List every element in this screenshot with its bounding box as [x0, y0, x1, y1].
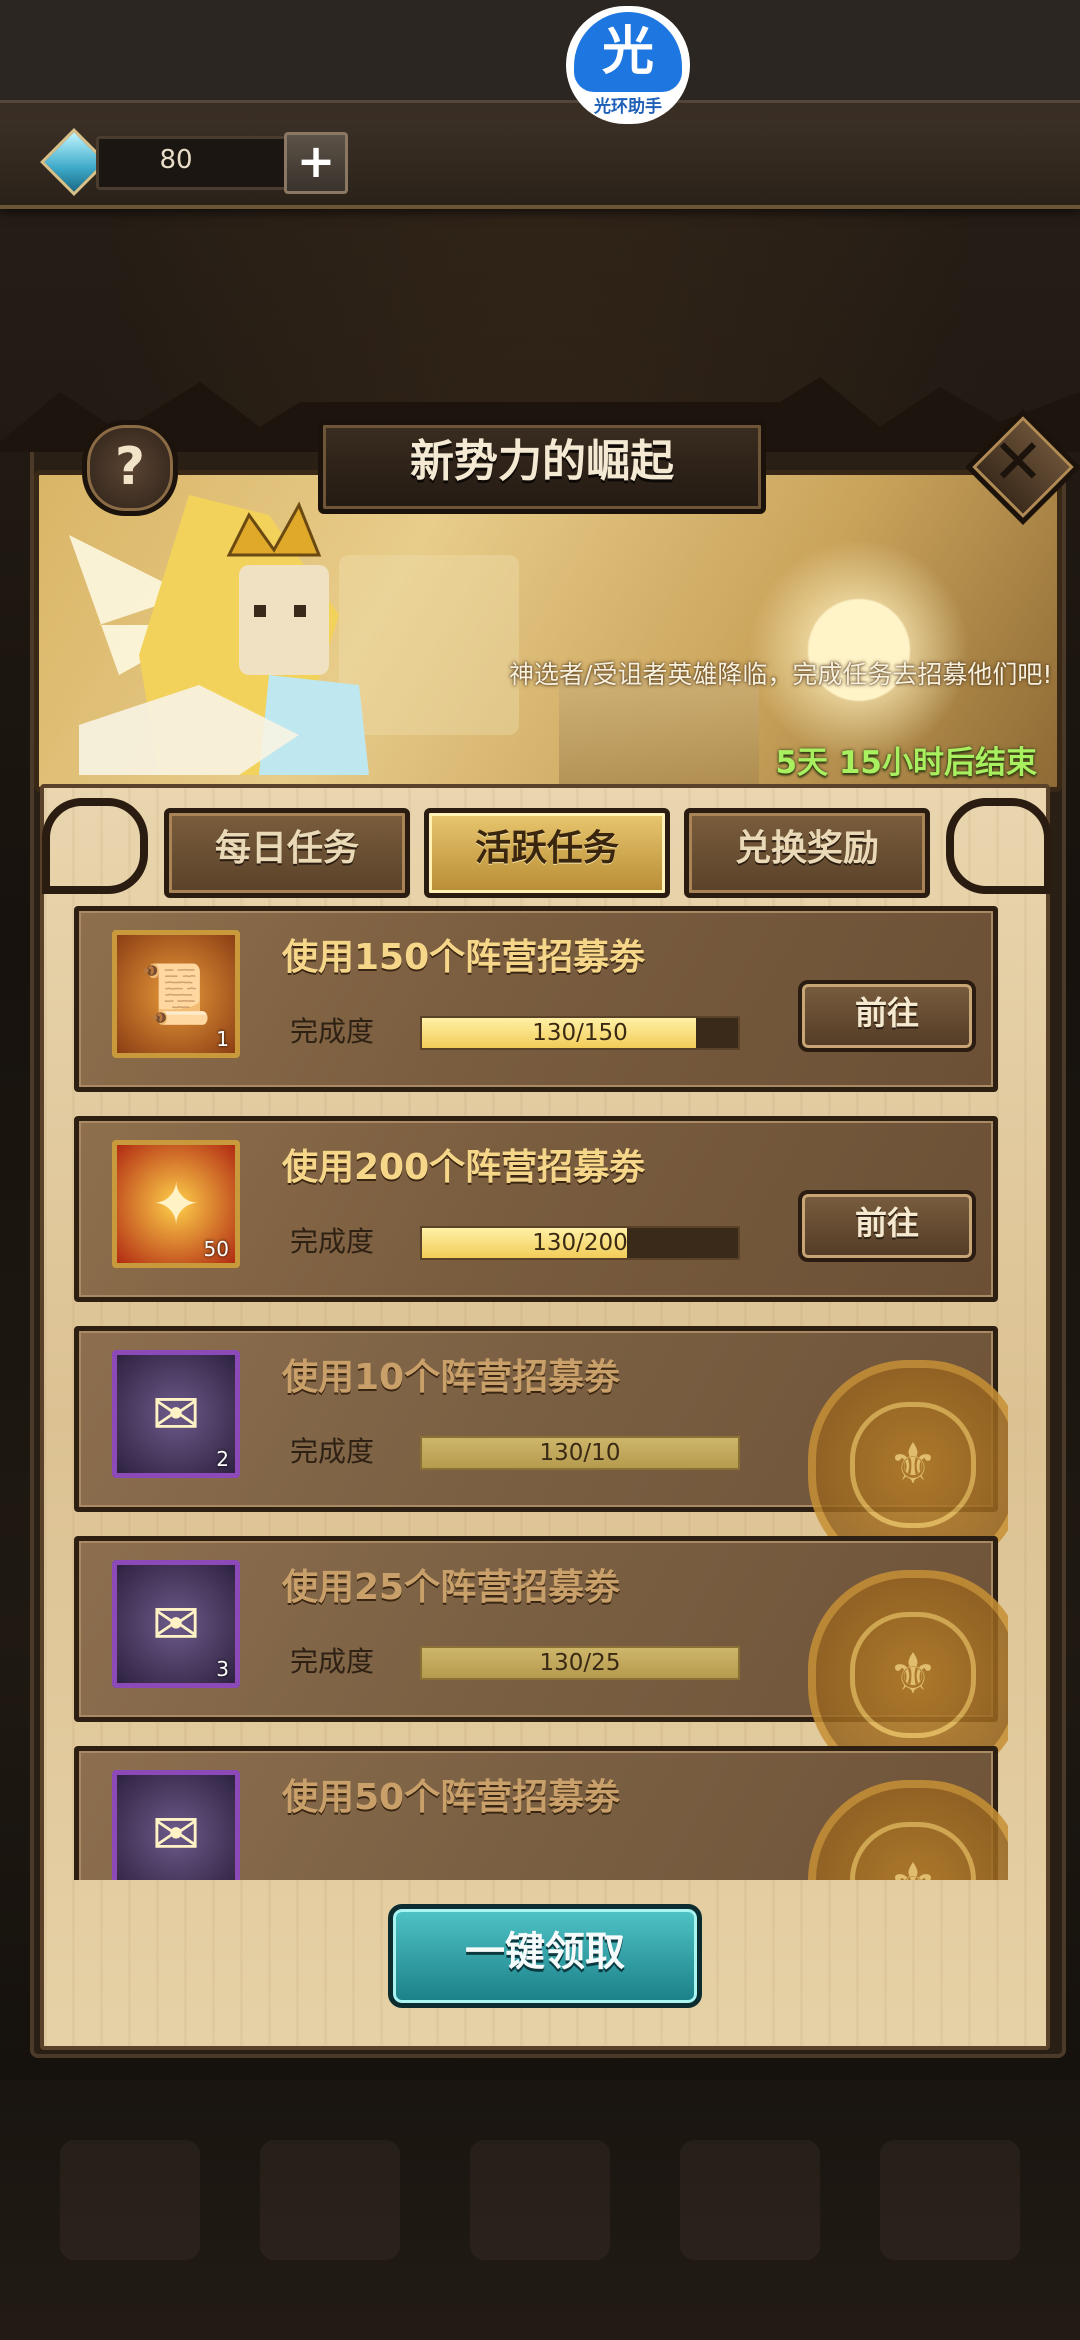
reward-item[interactable]: ✉ 2	[112, 1350, 240, 1478]
corner-ornament-right	[946, 798, 1052, 894]
reward-count: 50	[203, 1237, 229, 1261]
progress-label: 完成度	[290, 1225, 375, 1258]
progress-label: 完成度	[290, 1435, 375, 1468]
reward-item[interactable]: ✦ 50	[112, 1140, 240, 1268]
claim-all-button[interactable]: 一键领取	[388, 1904, 702, 2008]
hero-portrait-icon	[69, 495, 369, 775]
progress-text: 130/150	[532, 1020, 628, 1046]
reward-count: 2	[216, 1447, 229, 1471]
bottom-slot	[880, 2140, 1020, 2260]
event-title-plate: 新势力的崛起	[292, 408, 782, 518]
progress-bar: 130/200	[420, 1226, 740, 1260]
add-currency-button[interactable]: +	[284, 132, 348, 194]
tab-exchange-rewards[interactable]: 兑换奖励	[684, 808, 930, 898]
progress-bar: 130/10	[420, 1436, 740, 1470]
close-button[interactable]: ✕	[964, 408, 1080, 525]
corner-ornament-left	[42, 798, 148, 894]
go-button[interactable]: 前往	[798, 980, 976, 1052]
task-row: ⚜ ✉ 使用50个阵营招募劵	[68, 1740, 1008, 1880]
progress-bar: 130/25	[420, 1646, 740, 1680]
task-title: 使用150个阵营招募劵	[282, 937, 646, 978]
tab-active-tasks[interactable]: 活跃任务	[424, 808, 670, 898]
task-title: 使用10个阵营招募劵	[282, 1357, 621, 1398]
task-tabs: 每日任务 活跃任务 兑换奖励	[164, 808, 930, 898]
reward-count: 3	[216, 1657, 229, 1681]
bottom-slot	[680, 2140, 820, 2260]
reward-item[interactable]: 📜 1	[112, 930, 240, 1058]
task-title: 使用200个阵营招募劵	[282, 1147, 646, 1188]
progress-label: 完成度	[290, 1015, 375, 1048]
tab-daily-tasks[interactable]: 每日任务	[164, 808, 410, 898]
progress-label: 完成度	[290, 1645, 375, 1678]
banner-temple	[559, 675, 759, 787]
event-title: 新势力的崛起	[410, 436, 674, 487]
currency-amount: 80	[159, 145, 193, 175]
reward-item[interactable]: ✉	[112, 1770, 240, 1880]
task-row: 📜 1 使用150个阵营招募劵 完成度 130/150 前往	[68, 900, 998, 1092]
gem-icon	[40, 128, 108, 196]
reward-item[interactable]: ✉ 3	[112, 1560, 240, 1688]
helper-badge[interactable]: 光 光环助手	[566, 6, 690, 124]
helper-logo-icon: 光	[574, 12, 682, 92]
bottom-slot	[470, 2140, 610, 2260]
task-row: ✦ 50 使用200个阵营招募劵 完成度 130/200 前往	[68, 1110, 998, 1302]
bottom-slot	[60, 2140, 200, 2260]
progress-text: 130/10	[539, 1440, 621, 1466]
task-title: 使用50个阵营招募劵	[282, 1777, 621, 1818]
event-description: 神选者/受诅者英雄降临，完成任务去招募他们吧!	[509, 660, 1053, 689]
progress-text: 130/25	[539, 1650, 621, 1676]
task-row: ⚜ ✉ 2 使用10个阵营招募劵 完成度 130/10	[68, 1320, 1008, 1576]
helper-badge-label: 光环助手	[594, 97, 662, 117]
status-strip	[0, 0, 1080, 103]
progress-bar: 130/150	[420, 1016, 740, 1050]
reward-count: 1	[216, 1027, 229, 1051]
currency-display: 80 +	[40, 128, 348, 196]
task-list[interactable]: 📜 1 使用150个阵营招募劵 完成度 130/150 前往 ✦ 50 使用20…	[68, 900, 1008, 1880]
purple-scroll-icon: ✉	[151, 1800, 201, 1868]
close-icon: ✕	[992, 425, 1044, 498]
bottom-slot	[260, 2140, 400, 2260]
go-button[interactable]: 前往	[798, 1190, 976, 1262]
event-timer: 5天 15小时后结束	[775, 745, 1037, 781]
help-button[interactable]: ?	[82, 420, 178, 516]
top-bar: 光 光环助手 80 +	[0, 0, 1080, 209]
event-banner: 神选者/受诅者英雄降临，完成任务去招募他们吧! 5天 15小时后结束	[34, 470, 1062, 792]
progress-text: 130/200	[532, 1230, 628, 1256]
task-row: ⚜ ✉ 3 使用25个阵营招募劵 完成度 130/25	[68, 1530, 1008, 1786]
task-title: 使用25个阵营招募劵	[282, 1567, 621, 1608]
